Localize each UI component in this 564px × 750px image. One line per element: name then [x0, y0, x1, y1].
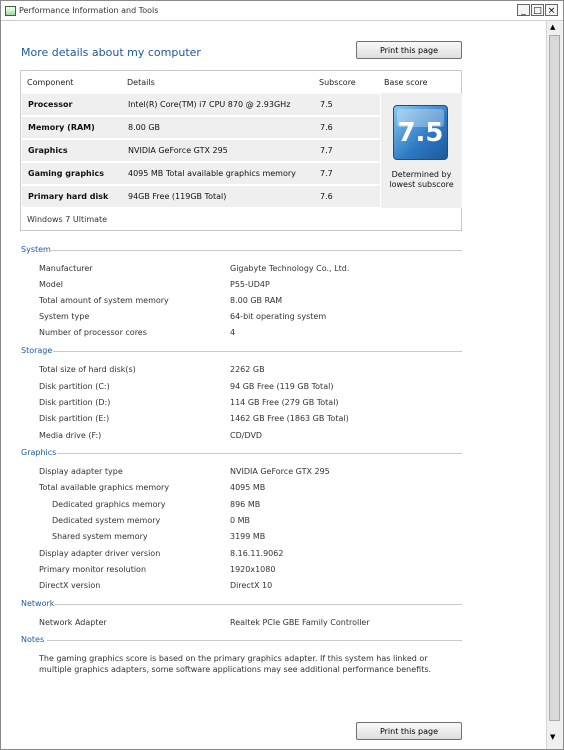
header-subscore: Subscore: [319, 78, 356, 87]
detail-value: P55-UD4P: [230, 280, 270, 289]
detail-label: Disk partition (D:): [39, 398, 111, 407]
detail-value: 2262 GB: [230, 365, 265, 374]
table-header: Component Details Subscore Base score: [21, 71, 461, 93]
detail-value: NVIDIA GeForce GTX 295: [230, 467, 330, 476]
detail-label: Disk partition (C:): [39, 382, 110, 391]
content-area: More details about my computer Print thi…: [1, 21, 546, 749]
detail-label: Network Adapter: [39, 618, 107, 627]
detail-value: 0 MB: [230, 516, 251, 525]
table-row: Processor Intel(R) Core(TM) i7 CPU 870 @…: [22, 94, 380, 115]
detail-value: 4095 MB: [230, 483, 266, 492]
detail-label: Display adapter type: [39, 467, 123, 476]
base-score-caption: Determined by lowest subscore: [381, 170, 462, 190]
row-subscore: 7.7: [320, 146, 333, 155]
window-title: Performance Information and Tools: [19, 6, 159, 15]
scroll-up-arrow-icon[interactable]: ▲: [550, 23, 555, 31]
row-subscore: 7.6: [320, 123, 333, 132]
detail-label: Total amount of system memory: [39, 296, 169, 305]
detail-value: 8.00 GB RAM: [230, 296, 283, 305]
detail-label: Dedicated graphics memory: [52, 500, 166, 509]
row-component: Primary hard disk: [28, 192, 109, 201]
detail-label: Display adapter driver version: [39, 549, 161, 558]
detail-label: Disk partition (E:): [39, 414, 110, 423]
detail-value: Realtek PCIe GBE Family Controller: [230, 618, 370, 627]
scroll-down-arrow-icon[interactable]: ▼: [550, 733, 555, 741]
maximize-button[interactable]: □: [531, 4, 544, 16]
section-title-storage: Storage: [21, 346, 53, 355]
row-subscore: 7.6: [320, 192, 333, 201]
section-title-graphics: Graphics: [21, 448, 57, 457]
detail-label: System type: [39, 312, 90, 321]
detail-label: Manufacturer: [39, 264, 93, 273]
detail-label: Model: [39, 280, 64, 289]
scrollbar-thumb[interactable]: [549, 35, 560, 721]
row-subscore: 7.7: [320, 169, 333, 178]
row-component: Gaming graphics: [28, 169, 104, 178]
detail-value: Gigabyte Technology Co., Ltd.: [230, 264, 350, 273]
detail-label: Total available graphics memory: [39, 483, 170, 492]
performance-app-icon: [5, 6, 16, 16]
header-base-score: Base score: [384, 78, 428, 87]
page-title: More details about my computer: [21, 46, 201, 59]
title-bar[interactable]: Performance Information and Tools _ □ ×: [1, 1, 563, 21]
base-score-badge: 7.5: [393, 105, 448, 160]
base-caption-line-2: lowest subscore: [389, 180, 454, 189]
detail-label: Primary monitor resolution: [39, 565, 147, 574]
close-button[interactable]: ×: [545, 4, 558, 16]
section-divider: [57, 453, 462, 454]
detail-label: Shared system memory: [52, 532, 148, 541]
print-button-top[interactable]: Print this page: [356, 41, 462, 59]
row-details: 94GB Free (119GB Total): [128, 192, 227, 201]
table-row: Primary hard disk 94GB Free (119GB Total…: [22, 186, 380, 207]
base-score-value: 7.5: [397, 118, 444, 148]
section-divider: [49, 250, 462, 251]
section-divider: [55, 604, 462, 605]
section-title-network: Network: [21, 599, 55, 608]
detail-value: 3199 MB: [230, 532, 266, 541]
row-subscore: 7.5: [320, 100, 333, 109]
minimize-button[interactable]: _: [517, 4, 530, 16]
section-divider: [47, 640, 462, 641]
header-details: Details: [127, 78, 155, 87]
detail-value: 8.16.11.9062: [230, 549, 284, 558]
detail-value: 64-bit operating system: [230, 312, 327, 321]
row-component: Graphics: [28, 146, 68, 155]
section-divider: [53, 351, 462, 352]
section-title-system: System: [21, 245, 51, 254]
detail-label: Dedicated system memory: [52, 516, 161, 525]
detail-value: 1462 GB Free (1863 GB Total): [230, 414, 349, 423]
section-title-notes: Notes: [21, 635, 45, 644]
detail-value: 896 MB: [230, 500, 261, 509]
score-table: Component Details Subscore Base score Pr…: [20, 70, 462, 231]
table-row: Memory (RAM) 8.00 GB 7.6: [22, 117, 380, 138]
detail-label: Number of processor cores: [39, 328, 147, 337]
row-component: Processor: [28, 100, 73, 109]
row-component: Memory (RAM): [28, 123, 95, 132]
detail-value: 114 GB Free (279 GB Total): [230, 398, 339, 407]
table-row: Gaming graphics 4095 MB Total available …: [22, 163, 380, 184]
detail-label: Media drive (F:): [39, 431, 102, 440]
base-score-panel: 7.5 Determined by lowest subscore: [381, 93, 462, 208]
detail-value: DirectX 10: [230, 581, 273, 590]
table-row: Graphics NVIDIA GeForce GTX 295 7.7: [22, 140, 380, 161]
detail-value: CD/DVD: [230, 431, 263, 440]
print-button-bottom[interactable]: Print this page: [356, 722, 462, 740]
detail-value: 94 GB Free (119 GB Total): [230, 382, 334, 391]
detail-value: 1920x1080: [230, 565, 276, 574]
row-details: NVIDIA GeForce GTX 295: [128, 146, 228, 155]
row-details: 8.00 GB: [128, 123, 161, 132]
base-caption-line-1: Determined by: [391, 170, 452, 179]
detail-label: DirectX version: [39, 581, 101, 590]
detail-label: Total size of hard disk(s): [39, 365, 136, 374]
vertical-scrollbar[interactable]: ▲ ▼: [546, 21, 563, 749]
header-component: Component: [27, 78, 74, 87]
detail-value: 4: [230, 328, 236, 337]
windows-edition: Windows 7 Ultimate: [27, 215, 108, 224]
row-details: 4095 MB Total available graphics memory: [128, 169, 296, 178]
notes-text: The gaming graphics score is based on th…: [39, 654, 432, 674]
performance-window: Performance Information and Tools _ □ × …: [0, 0, 564, 750]
row-details: Intel(R) Core(TM) i7 CPU 870 @ 2.93GHz: [128, 100, 291, 109]
